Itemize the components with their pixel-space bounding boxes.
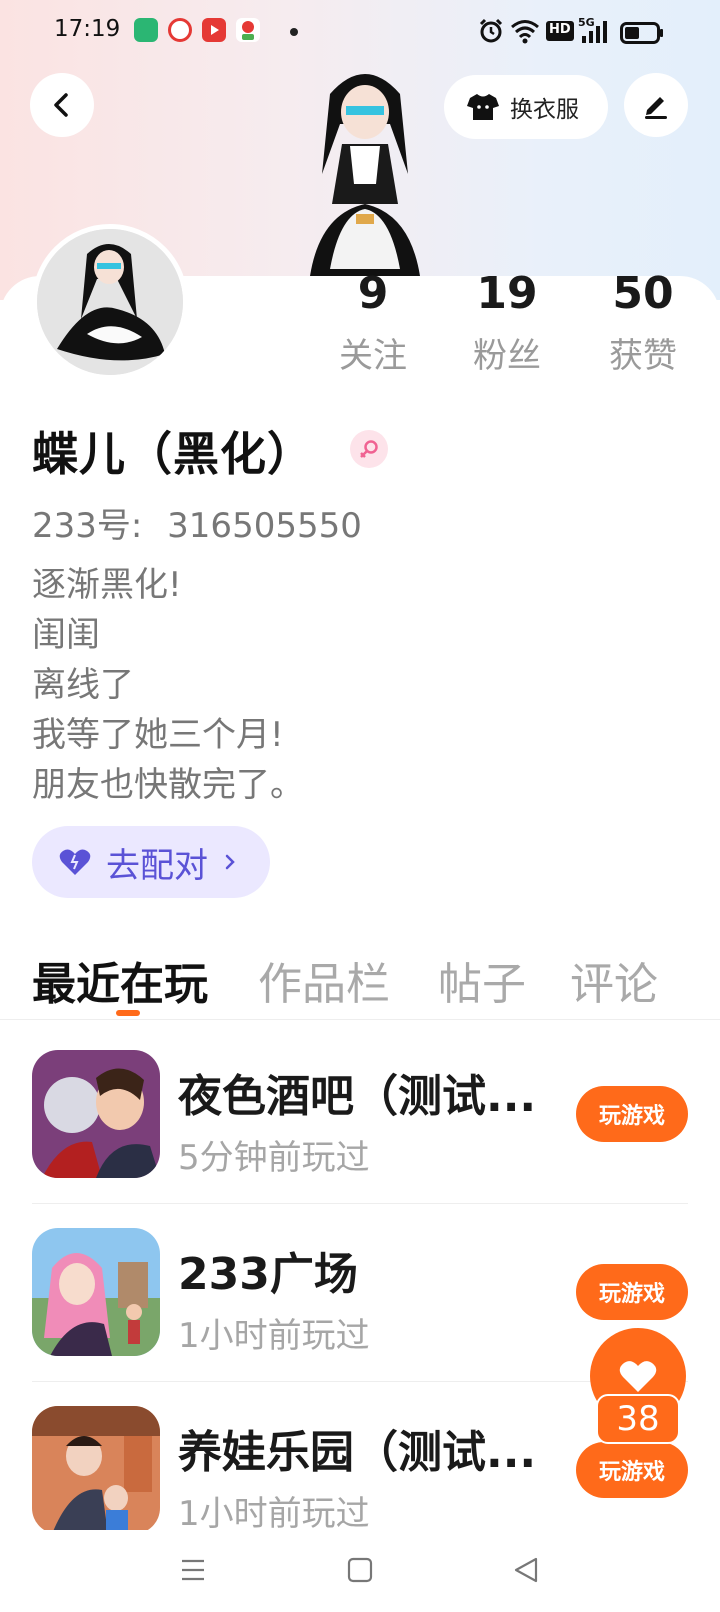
change-outfit-label: 换衣服 <box>510 97 579 123</box>
game-title: 233广场 <box>178 1249 358 1300</box>
likes-stat[interactable]: 50 获赞 <box>588 268 698 377</box>
status-time: 17:19 <box>54 16 121 42</box>
battery-icon <box>620 22 663 44</box>
bio-line: 我等了她三个月! <box>32 715 284 755</box>
game-icon-night-bar <box>32 1050 160 1178</box>
more-notifications-dot <box>290 28 298 36</box>
bio-line: 闺闺 <box>32 615 100 655</box>
user-id-value: 316505550 <box>167 506 362 546</box>
app-notification-icon <box>134 18 158 42</box>
chevron-left-icon <box>54 93 68 117</box>
profile-name: 蝶儿（黑化） <box>32 427 314 481</box>
bio-line: 离线了 <box>32 665 134 705</box>
play-game-button[interactable]: 玩游戏 <box>576 1442 688 1498</box>
followers-count: 19 <box>476 268 538 319</box>
female-gender-icon <box>350 430 388 468</box>
following-count: 9 <box>357 268 389 319</box>
tab-posts[interactable]: 帖子 <box>438 948 526 1012</box>
avatar[interactable] <box>32 224 188 380</box>
followers-label: 粉丝 <box>473 336 541 376</box>
avatar-image <box>37 229 183 375</box>
active-tab-indicator <box>116 1010 140 1016</box>
edit-pencil-icon <box>645 97 667 119</box>
edit-profile-button[interactable] <box>624 73 688 137</box>
user-id-label: 233号: <box>32 506 143 546</box>
back-button[interactable] <box>30 73 94 137</box>
tab-comments[interactable]: 评论 <box>570 948 658 1012</box>
likes-label: 获赞 <box>609 336 677 376</box>
heart-icon <box>59 849 91 875</box>
game-list-item[interactable]: 233广场 1小时前玩过 玩游戏 <box>32 1228 688 1358</box>
bio-line: 逐渐黑化! <box>32 565 182 605</box>
tab-works[interactable]: 作品栏 <box>258 948 390 1012</box>
chevron-right-icon <box>225 854 235 870</box>
character-figure-image <box>310 74 420 276</box>
heart-icon <box>619 1361 657 1392</box>
like-count-badge: 38 <box>596 1394 680 1444</box>
video-app-icon <box>202 18 226 42</box>
tab-recently-played[interactable]: 最近在玩 <box>32 948 208 1012</box>
game-title: 夜色酒吧（测试... <box>178 1071 537 1122</box>
play-game-button[interactable]: 玩游戏 <box>576 1264 688 1320</box>
following-label: 关注 <box>339 336 407 376</box>
followers-stat[interactable]: 19 粉丝 <box>452 268 562 377</box>
app-notification-icon <box>168 18 192 42</box>
game-list-item[interactable]: 养娃乐园（测试... 1小时前玩过 玩游戏 <box>32 1406 688 1536</box>
wifi-icon <box>511 20 539 44</box>
following-stat[interactable]: 9 关注 <box>318 268 428 377</box>
change-outfit-button[interactable]: 换衣服 <box>444 75 608 139</box>
likes-count: 50 <box>612 268 674 319</box>
menu-icon[interactable] <box>180 1558 206 1582</box>
game-list-item[interactable]: 夜色酒吧（测试... 5分钟前玩过 玩游戏 <box>32 1050 688 1180</box>
hd-indicator: HD <box>546 21 574 41</box>
profile-tabs: 最近在玩 作品栏 帖子 评论 <box>32 948 688 1010</box>
home-icon[interactable] <box>346 1556 374 1584</box>
game-last-played: 1小时前玩过 <box>178 1316 370 1356</box>
status-bar: 17:19 HD 5G <box>0 0 720 64</box>
game-icon-233-plaza <box>32 1228 160 1356</box>
row-divider <box>32 1203 688 1204</box>
signal-icon <box>582 21 607 43</box>
user-id-line: 233号: 316505550 <box>32 498 362 547</box>
back-nav-icon[interactable] <box>512 1556 540 1584</box>
match-button[interactable]: 去配对 <box>32 826 270 898</box>
game-icon-baby-park <box>32 1406 160 1534</box>
shirt-icon <box>467 94 499 120</box>
bio-line: 朋友也快散完了。 <box>32 765 304 805</box>
game-last-played: 5分钟前玩过 <box>178 1138 370 1178</box>
game-last-played: 1小时前玩过 <box>178 1494 370 1534</box>
alarm-icon <box>479 18 503 43</box>
system-navigation-bar <box>0 1530 720 1612</box>
app-notification-icon <box>236 18 260 42</box>
match-button-label: 去配对 <box>106 845 208 886</box>
play-game-button[interactable]: 玩游戏 <box>576 1086 688 1142</box>
game-title: 养娃乐园（测试... <box>178 1427 537 1478</box>
tabs-divider <box>0 1019 720 1020</box>
profile-bio: 逐渐黑化! 闺闺 离线了 我等了她三个月! 朋友也快散完了。 <box>32 560 304 810</box>
